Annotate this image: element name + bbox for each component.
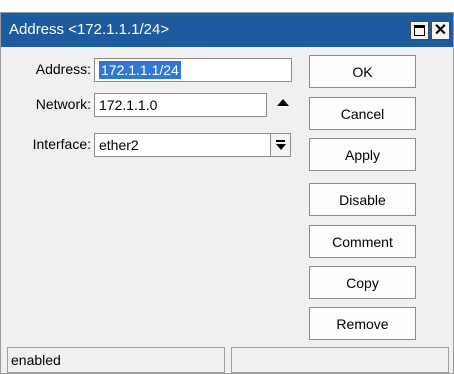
status-enabled: enabled (7, 347, 225, 373)
status-secondary (231, 347, 449, 373)
disable-button[interactable]: Disable (309, 183, 416, 216)
interface-value: ether2 (99, 137, 139, 153)
network-value: 172.1.1.0 (99, 97, 158, 113)
window-title: Address <172.1.1.1/24> (9, 21, 170, 38)
address-dialog: Address <172.1.1.1/24> ✕ Address: 172.1.… (0, 12, 454, 374)
restore-icon (414, 25, 425, 36)
cancel-button[interactable]: Cancel (309, 97, 416, 130)
remove-button[interactable]: Remove (309, 307, 416, 340)
interface-select[interactable]: ether2 (94, 133, 271, 157)
network-field[interactable]: 172.1.1.0 (94, 93, 267, 117)
address-label: Address: (35, 61, 91, 77)
close-button[interactable]: ✕ (431, 21, 450, 40)
copy-button[interactable]: Copy (309, 266, 416, 299)
restore-button[interactable] (410, 21, 429, 40)
address-value: 172.1.1.1/24 (99, 61, 181, 79)
ok-button[interactable]: OK (309, 55, 416, 88)
title-bar[interactable]: Address <172.1.1.1/24> ✕ (1, 13, 453, 47)
interface-label: Interface: (32, 136, 91, 152)
status-bar: enabled (1, 347, 453, 373)
collapse-arrow-icon[interactable] (277, 99, 289, 106)
comment-button[interactable]: Comment (309, 225, 416, 258)
chevron-down-icon (276, 144, 286, 150)
apply-button[interactable]: Apply (309, 138, 416, 171)
address-field[interactable]: 172.1.1.1/24 (94, 58, 292, 82)
close-icon: ✕ (433, 22, 448, 39)
interface-dropdown-button[interactable] (270, 133, 291, 157)
dropdown-line-icon (276, 140, 285, 142)
network-label: Network: (35, 96, 91, 112)
